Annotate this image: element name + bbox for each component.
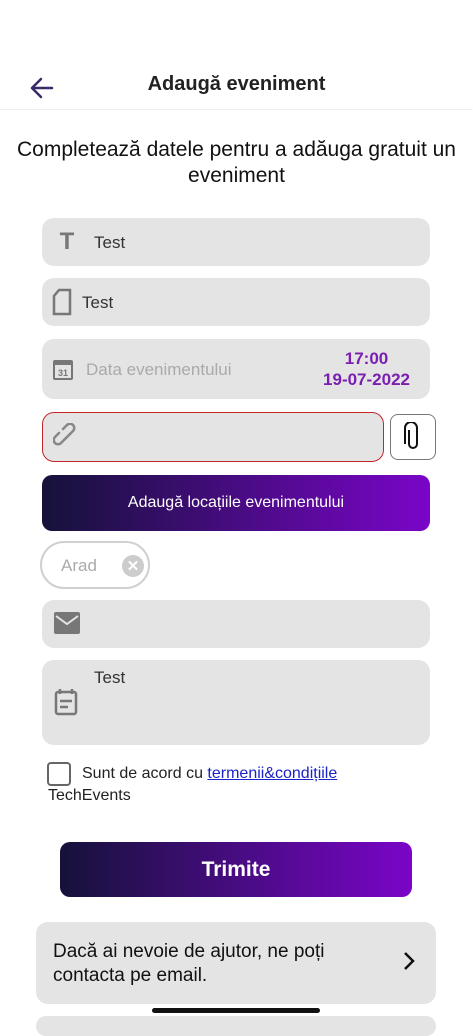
paperclip-icon: [404, 422, 418, 449]
event-description-field[interactable]: Test: [42, 278, 430, 326]
event-time: 17:00: [344, 349, 389, 368]
next-list-item: [36, 1016, 436, 1036]
calendar-icon: 31: [52, 357, 74, 381]
event-date: 19-07-2022: [323, 370, 410, 389]
help-contact-item[interactable]: Dacă ai nevoie de ajutor, ne poți contac…: [36, 922, 436, 1004]
event-link-field[interactable]: [42, 412, 384, 462]
chevron-right-icon: [402, 950, 416, 977]
submit-button[interactable]: Trimite: [60, 842, 412, 897]
text-icon: T: [59, 228, 75, 255]
home-indicator: [152, 1008, 320, 1013]
remove-chip-icon[interactable]: ✕: [122, 555, 144, 577]
terms-text: Sunt de acord cu: [82, 765, 208, 782]
event-name-field[interactable]: T Test: [42, 218, 430, 266]
event-description-value: Test: [82, 293, 114, 312]
attach-file-button[interactable]: [390, 414, 436, 460]
add-locations-button[interactable]: Adaugă locațiile evenimentului: [42, 475, 430, 531]
envelope-icon: [54, 612, 80, 634]
page-subtitle: Completează datele pentru a adăuga gratu…: [17, 138, 456, 187]
svg-text:31: 31: [58, 368, 68, 378]
event-name-value: Test: [94, 233, 126, 252]
link-icon: [53, 423, 81, 451]
terms-suffix: TechEvents: [48, 787, 131, 804]
location-chip-label: Arad: [61, 556, 97, 575]
date-placeholder: Data evenimentului: [86, 360, 232, 379]
email-field[interactable]: [42, 600, 430, 648]
document-icon: [52, 288, 72, 316]
terms-checkbox[interactable]: [47, 762, 71, 786]
event-date-field[interactable]: 31 Data evenimentului 17:00 19-07-2022: [42, 339, 430, 399]
header: Adaugă eveniment: [0, 60, 473, 110]
location-chip: Arad ✕: [40, 541, 150, 589]
page-title: Adaugă eveniment: [147, 73, 326, 95]
event-details-value: Test: [94, 668, 126, 687]
event-details-field[interactable]: Test: [42, 660, 430, 745]
terms-link[interactable]: termenii&condițiile: [207, 765, 337, 782]
help-text: Dacă ai nevoie de ajutor, ne poți contac…: [53, 941, 325, 986]
event-note-icon: [54, 688, 78, 716]
